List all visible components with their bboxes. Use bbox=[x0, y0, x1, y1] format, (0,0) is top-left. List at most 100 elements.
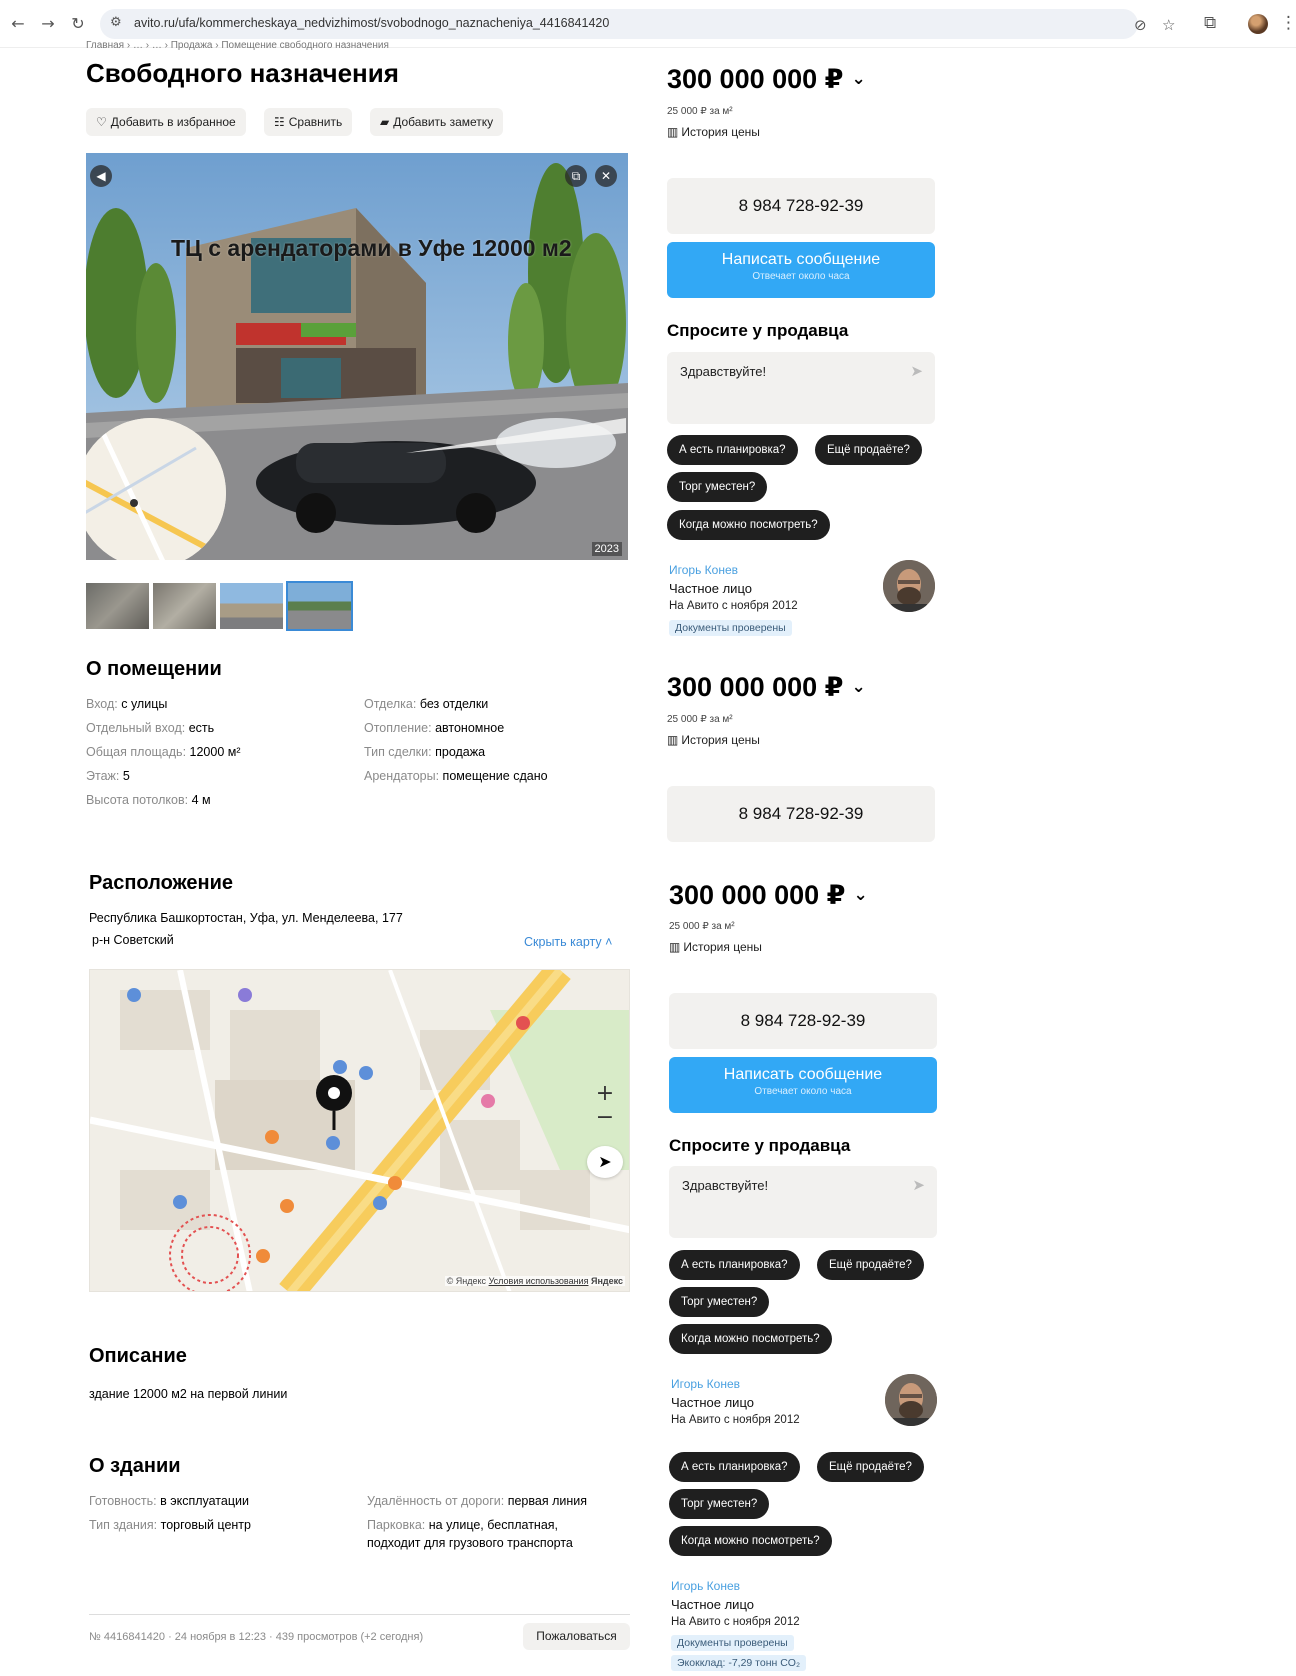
map-terms-link[interactable]: Условия использования bbox=[489, 1276, 589, 1286]
hide-map-link[interactable]: Скрыть карту ˄ bbox=[524, 935, 612, 949]
show-phone-button[interactable]: 8 984 728-92-39 bbox=[667, 178, 935, 234]
back-icon[interactable]: ← bbox=[8, 14, 28, 34]
zoom-out-button[interactable]: − bbox=[587, 1106, 623, 1130]
prop-key: Тип здания bbox=[89, 1518, 154, 1532]
photo-thumbnail-active[interactable] bbox=[286, 581, 353, 631]
address-bar[interactable]: ⚙ avito.ru/ufa/kommercheskaya_nedvizhimo… bbox=[100, 9, 1175, 39]
price-history-link[interactable]: ▥ История цены bbox=[667, 125, 760, 139]
ask-seller-text: Здравствуйте! bbox=[682, 1178, 769, 1193]
report-button[interactable]: Пожаловаться bbox=[523, 1623, 630, 1650]
price[interactable]: 300 000 000 ₽ ⌄ bbox=[669, 880, 868, 911]
menu-icon[interactable]: ⋮ bbox=[1280, 13, 1296, 33]
about-section-title: О помещении bbox=[86, 658, 222, 680]
photo-thumbnail[interactable] bbox=[220, 583, 283, 629]
profile-avatar[interactable] bbox=[1248, 14, 1268, 34]
url-text: avito.ru/ufa/kommercheskaya_nedvizhimost… bbox=[134, 16, 610, 30]
quick-question-chip[interactable]: Ещё продаёте? bbox=[815, 435, 922, 465]
seller-avatar[interactable] bbox=[885, 1374, 937, 1426]
ask-seller-text: Здравствуйте! bbox=[680, 364, 767, 379]
write-message-button[interactable]: Написать сообщение Отвечает около часа bbox=[667, 242, 935, 298]
price-value: 300 000 000 ₽ bbox=[667, 672, 844, 702]
quick-question-chip[interactable]: Ещё продаёте? bbox=[817, 1452, 924, 1482]
seller-type: Частное лицо bbox=[669, 581, 752, 596]
prop-value: в эксплуатации bbox=[160, 1494, 249, 1508]
building-section-title: О здании bbox=[89, 1455, 181, 1477]
close-icon[interactable]: ✕ bbox=[595, 165, 617, 187]
quick-question-chip[interactable]: А есть планировка? bbox=[669, 1250, 800, 1280]
prop-value: автономное bbox=[435, 721, 505, 735]
add-to-favorites-button[interactable]: ♡ Добавить в избранное bbox=[86, 108, 246, 136]
about-prop: Тип сделки: продажа bbox=[364, 745, 486, 759]
seller-since: На Авито с ноября 2012 bbox=[669, 600, 798, 612]
prop-key: Парковка bbox=[367, 1518, 422, 1532]
extensions-icon[interactable]: ⧉ bbox=[1204, 13, 1216, 33]
price[interactable]: 300 000 000 ₽ ⌄ bbox=[667, 64, 866, 95]
price-per-m2: 25 000 ₽ за м² bbox=[667, 714, 733, 725]
bookmark-star-icon[interactable]: ☆ bbox=[1162, 16, 1175, 34]
about-prop: Отдельный вход: есть bbox=[86, 721, 215, 735]
seller-name-link[interactable]: Игорь Конев bbox=[671, 1377, 740, 1391]
prop-value: помещение сдано bbox=[442, 769, 548, 783]
seller-avatar[interactable] bbox=[883, 560, 935, 612]
price-history-link[interactable]: ▥ История цены bbox=[667, 733, 760, 747]
photo-year: 2023 bbox=[591, 542, 622, 556]
district-text: р-н Советский bbox=[92, 933, 174, 947]
price-history-link[interactable]: ▥ История цены bbox=[669, 940, 762, 954]
prop-key: Тип сделки bbox=[364, 745, 429, 759]
prop-value: продажа bbox=[435, 745, 486, 759]
quick-question-chip[interactable]: Когда можно посмотреть? bbox=[667, 510, 830, 540]
seller-type: Частное лицо bbox=[671, 1597, 754, 1612]
panorama-minimap[interactable] bbox=[86, 418, 226, 560]
message-button-sub: Отвечает около часа bbox=[754, 1086, 852, 1097]
map-brand[interactable]: Яндекс bbox=[591, 1276, 623, 1286]
address-text: Республика Башкортостан, Уфа, ул. Мендел… bbox=[89, 911, 403, 925]
quick-question-chip[interactable]: Ещё продаёте? bbox=[817, 1250, 924, 1280]
show-phone-button[interactable]: 8 984 728-92-39 bbox=[669, 993, 937, 1049]
ask-seller-input[interactable]: Здравствуйте! ➤ bbox=[667, 352, 935, 424]
prop-key: Высота потолков bbox=[86, 793, 185, 807]
breadcrumb[interactable]: Главная › … › … › Продажа › Помещение св… bbox=[86, 40, 389, 52]
seller-name-link[interactable]: Игорь Конев bbox=[669, 563, 738, 577]
quick-question-chip[interactable]: А есть планировка? bbox=[667, 435, 798, 465]
quick-question-chip[interactable]: Когда можно посмотреть? bbox=[669, 1324, 832, 1354]
site-info-icon[interactable]: ⚙ bbox=[110, 15, 122, 30]
main-photo[interactable]: ТЦ с арендаторами в Уфе 12000 м2 ◀ ⧉ ✕ 2… bbox=[86, 153, 628, 560]
message-button-label: Написать сообщение bbox=[721, 251, 881, 268]
reload-icon[interactable]: ↻ bbox=[68, 14, 88, 34]
description-text: здание 12000 м2 на первой линии bbox=[89, 1387, 288, 1401]
prop-key: Отопление bbox=[364, 721, 429, 735]
show-phone-button[interactable]: 8 984 728-92-39 bbox=[667, 786, 935, 842]
quick-question-chip[interactable]: Торг уместен? bbox=[667, 472, 768, 502]
prop-key: Арендаторы bbox=[364, 769, 436, 783]
quick-question-chip[interactable]: Торг уместен? bbox=[669, 1489, 770, 1519]
external-link-icon[interactable]: ⧉ bbox=[565, 165, 587, 187]
write-message-button[interactable]: Написать сообщение Отвечает около часа bbox=[669, 1057, 937, 1113]
add-note-button[interactable]: ▰ Добавить заметку bbox=[370, 108, 504, 136]
photo-thumbnail[interactable] bbox=[153, 583, 216, 629]
forward-icon[interactable]: → bbox=[38, 14, 58, 34]
photo-thumbnail[interactable] bbox=[86, 583, 149, 629]
eye-off-icon[interactable]: ⊘ bbox=[1134, 16, 1147, 34]
listing-meta: № 4416841420 · 24 ноября в 12:23 · 439 п… bbox=[89, 1631, 424, 1643]
note-icon: ▰ bbox=[380, 115, 390, 129]
price[interactable]: 300 000 000 ₽ ⌄ bbox=[667, 672, 866, 703]
quick-question-chip[interactable]: А есть планировка? bbox=[669, 1452, 800, 1482]
map-copyright: © Яндекс bbox=[446, 1276, 487, 1286]
location-map[interactable]: + − ➤ © Яндекс Условия использования Янд… bbox=[89, 969, 630, 1292]
ask-seller-input[interactable]: Здравствуйте! ➤ bbox=[669, 1166, 937, 1238]
sound-icon[interactable]: ◀ bbox=[90, 165, 112, 187]
quick-question-chip[interactable]: Торг уместен? bbox=[669, 1287, 770, 1317]
quick-question-chip[interactable]: Когда можно посмотреть? bbox=[669, 1526, 832, 1556]
seller-name-link[interactable]: Игорь Конев bbox=[671, 1579, 740, 1593]
send-icon[interactable]: ➤ bbox=[910, 362, 923, 380]
message-button-sub: Отвечает около часа bbox=[752, 271, 850, 282]
geolocation-icon[interactable]: ➤ bbox=[587, 1146, 623, 1178]
send-icon[interactable]: ➤ bbox=[912, 1176, 925, 1194]
ask-seller-title: Спросите у продавца bbox=[669, 1136, 851, 1155]
compare-button[interactable]: ☷ Сравнить bbox=[264, 108, 353, 136]
heart-icon: ♡ bbox=[96, 115, 107, 129]
seller-type: Частное лицо bbox=[671, 1395, 754, 1410]
zoom-in-button[interactable]: + bbox=[587, 1082, 623, 1106]
about-prop: Отделка: без отделки bbox=[364, 697, 489, 711]
building-prop-continued: подходит для грузового транспорта bbox=[367, 1536, 573, 1550]
